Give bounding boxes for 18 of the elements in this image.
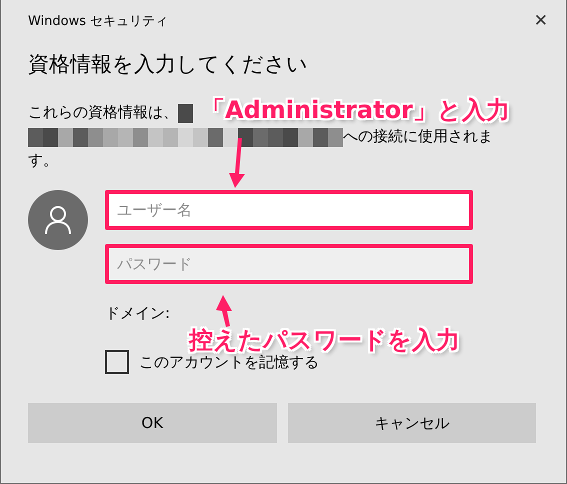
ok-button[interactable]: OK — [28, 403, 276, 443]
window-title: Windows セキュリティ — [28, 13, 168, 30]
username-field[interactable]: ユーザー名 — [105, 190, 473, 230]
callout-arrow — [216, 295, 232, 327]
domain-label: ドメイン: — [105, 304, 170, 323]
message-text: これらの資格情報は、 — [28, 103, 178, 121]
message-text: す。 — [28, 151, 58, 169]
message-text: への接続に使用されま — [343, 127, 493, 145]
remember-label: このアカウントを記憶する — [139, 352, 319, 372]
callout-arrow — [229, 138, 245, 188]
password-field[interactable]: パスワード — [105, 244, 473, 284]
close-button[interactable]: ✕ — [530, 11, 552, 31]
cancel-button[interactable]: キャンセル — [288, 403, 536, 443]
remember-checkbox[interactable] — [105, 350, 129, 374]
callout-text: 「Administrator」と入力 — [201, 97, 510, 124]
mosaic-drawing — [178, 104, 193, 123]
dialog-heading: 資格情報を入力してください — [28, 51, 309, 78]
callout-text: 控えたパスワードを入力 — [189, 327, 460, 354]
